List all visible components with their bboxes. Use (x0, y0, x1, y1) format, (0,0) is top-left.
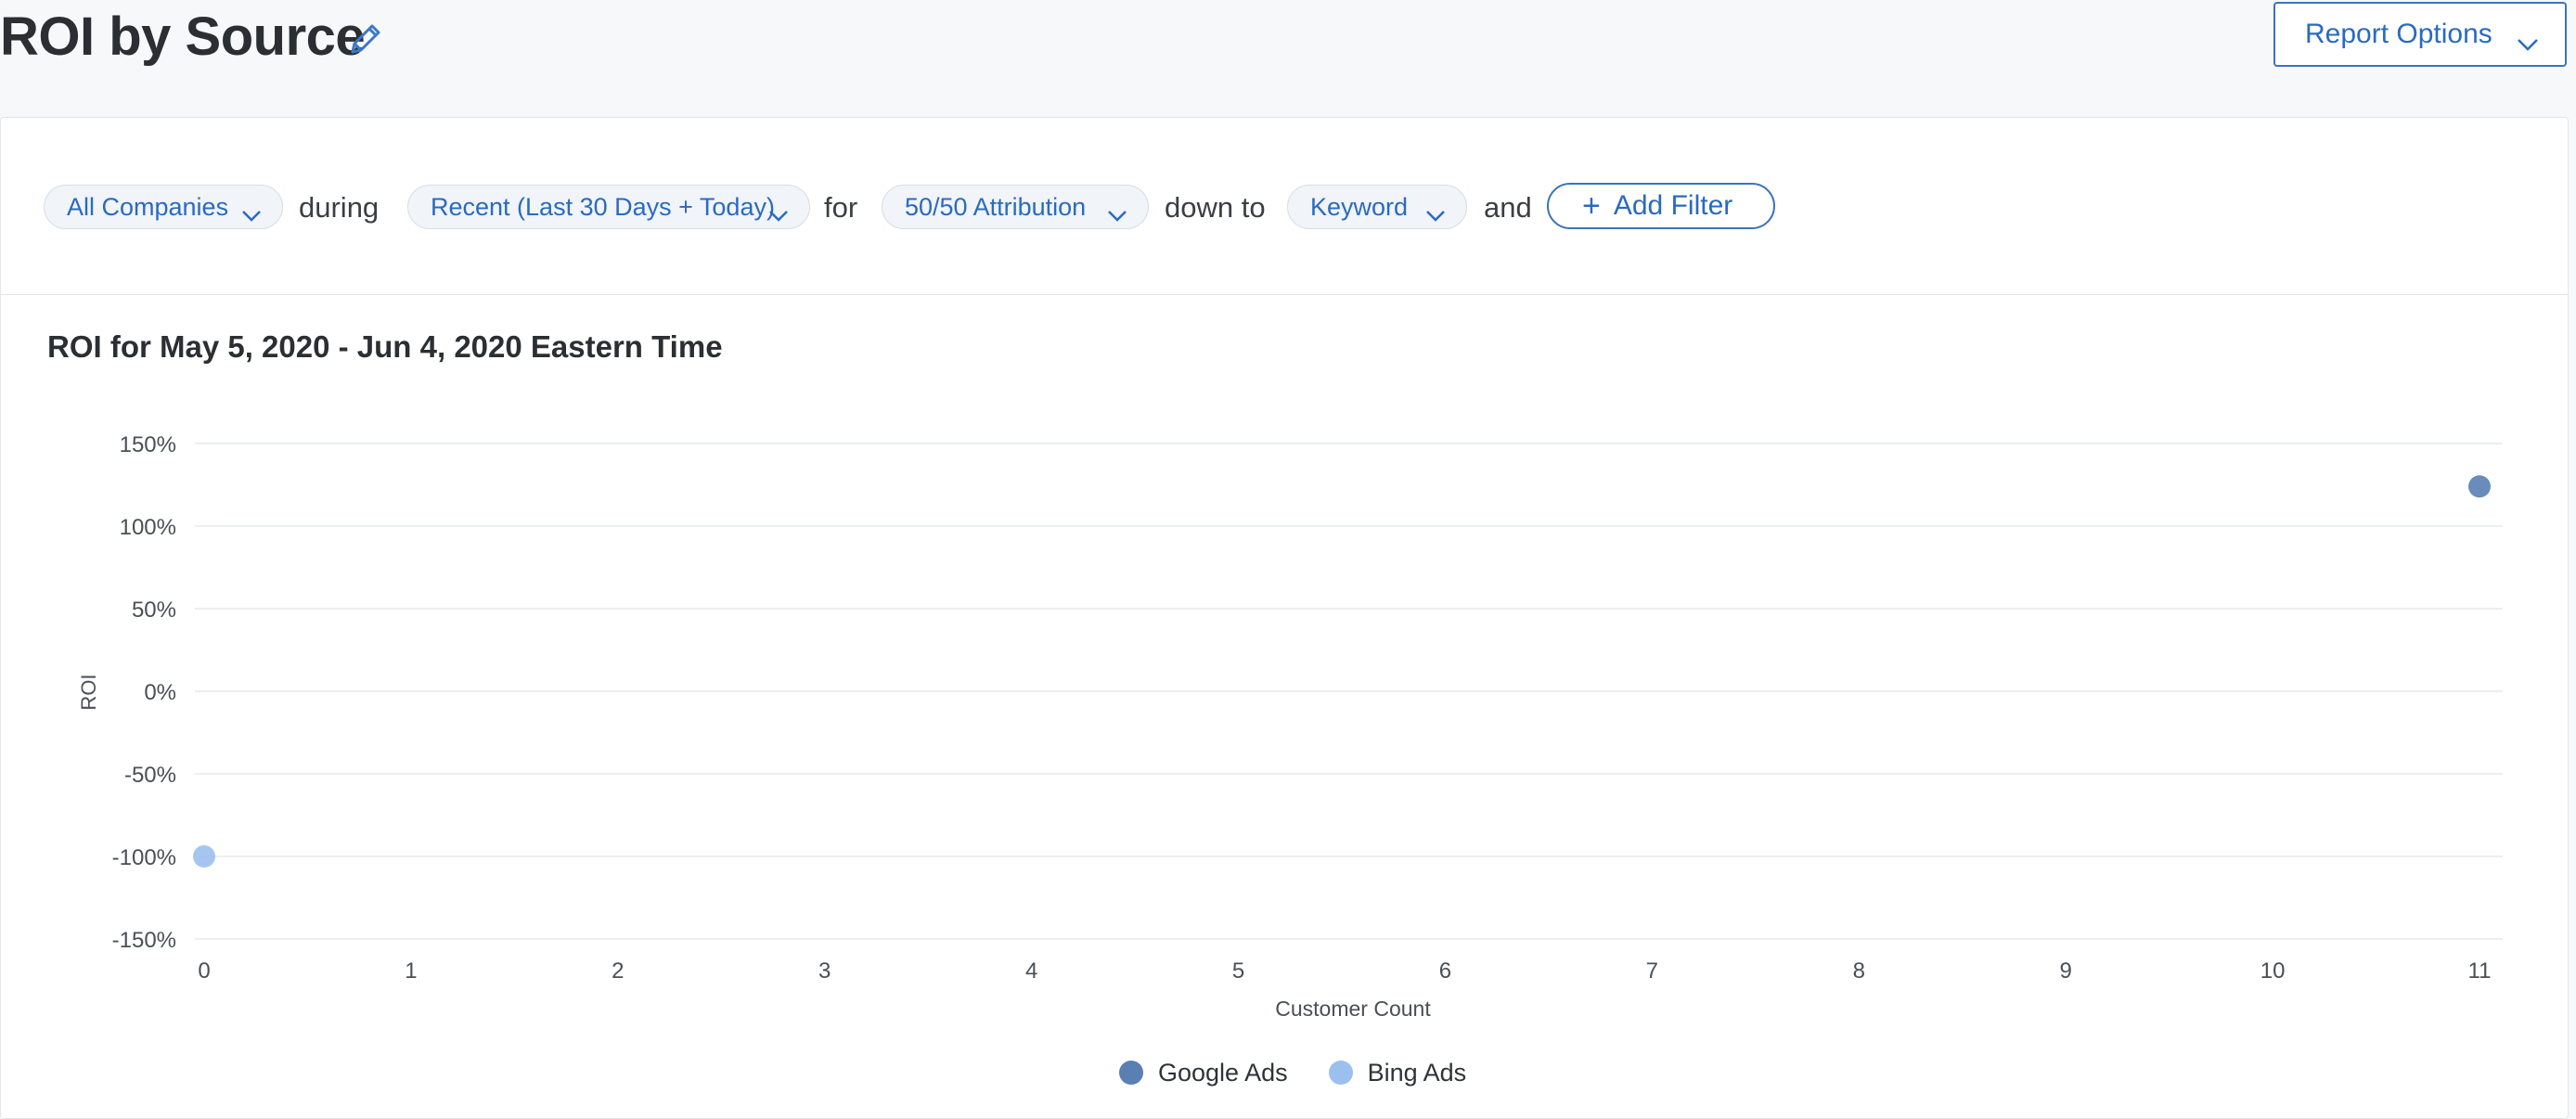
attribution-label: 50/50 Attribution (905, 192, 1087, 221)
report-options-button[interactable]: Report Options (2273, 2, 2567, 67)
date-range-label: Recent (Last 30 Days + Today) (431, 192, 775, 221)
x-tick-label: 7 (1646, 958, 1658, 984)
x-tick-label: 5 (1232, 958, 1244, 984)
company-filter-dropdown[interactable]: All Companies (44, 185, 283, 229)
x-tick-label: 1 (405, 958, 417, 984)
chevron-down-icon (1107, 200, 1127, 229)
company-filter-label: All Companies (67, 192, 229, 221)
x-tick-label: 0 (198, 958, 210, 984)
legend-marker-google-ads (1119, 1061, 1143, 1085)
plus-icon: + (1582, 188, 1601, 224)
date-range-dropdown[interactable]: Recent (Last 30 Days + Today) (407, 185, 810, 229)
x-tick-label: 10 (2260, 958, 2286, 984)
data-point-google-ads[interactable] (2468, 475, 2491, 498)
chevron-down-icon (768, 200, 789, 229)
chart-title: ROI for May 5, 2020 - Jun 4, 2020 Easter… (47, 329, 723, 364)
add-filter-button[interactable]: + Add Filter (1547, 183, 1775, 229)
legend-item-bing-ads[interactable]: Bing Ads (1328, 1058, 1467, 1087)
page-header: ROI by Source Report Options (0, 0, 2576, 74)
x-tick-label: 8 (1853, 958, 1865, 984)
y-tick-label: -100% (112, 845, 176, 870)
granularity-dropdown[interactable]: Keyword (1287, 185, 1467, 229)
legend-label-bing-ads: Bing Ads (1367, 1058, 1467, 1087)
data-point-bing-ads[interactable] (193, 845, 215, 868)
chevron-down-icon (2517, 28, 2539, 59)
chevron-down-icon (1425, 200, 1446, 229)
pencil-icon[interactable] (343, 17, 388, 61)
page-title: ROI by Source (0, 6, 366, 67)
down-to-label: down to (1165, 191, 1266, 224)
x-axis-title: Customer Count (1275, 997, 1431, 1021)
chevron-down-icon (241, 200, 262, 229)
and-label: and (1484, 191, 1532, 224)
legend-item-google-ads[interactable]: Google Ads (1119, 1059, 1288, 1087)
x-tick-label: 4 (1025, 958, 1037, 984)
x-tick-label: 9 (2060, 958, 2072, 984)
x-tick-label: 2 (612, 958, 624, 984)
for-label: for (824, 191, 858, 224)
during-label: during (299, 191, 380, 224)
y-tick-label: 50% (132, 598, 176, 623)
legend-label-google-ads: Google Ads (1158, 1058, 1288, 1087)
attribution-dropdown[interactable]: 50/50 Attribution (882, 185, 1149, 229)
y-axis-title: ROI (77, 674, 100, 710)
x-tick-label: 11 (2468, 958, 2492, 984)
legend-marker-bing-ads (1328, 1061, 1353, 1085)
y-tick-label: 100% (120, 515, 176, 540)
filter-bar: All Companies during Recent (Last 30 Day… (1, 118, 2568, 295)
y-tick-label: 0% (144, 680, 176, 705)
add-filter-label: Add Filter (1613, 190, 1733, 221)
granularity-label: Keyword (1310, 192, 1409, 221)
y-tick-label: 150% (120, 432, 176, 457)
report-options-label: Report Options (2305, 19, 2492, 49)
y-tick-label: -50% (124, 763, 176, 788)
x-tick-label: 3 (818, 958, 831, 984)
chart-legend: Google Ads Bing Ads (1119, 1056, 1507, 1089)
y-tick-label: -150% (112, 928, 176, 953)
x-tick-label: 6 (1439, 958, 1451, 984)
roi-scatter-chart: 150% 100% 50% 0% -50% -100% -150% 0 1 2 3 4 5 6 7 8 9 10 1… (77, 432, 2503, 1021)
